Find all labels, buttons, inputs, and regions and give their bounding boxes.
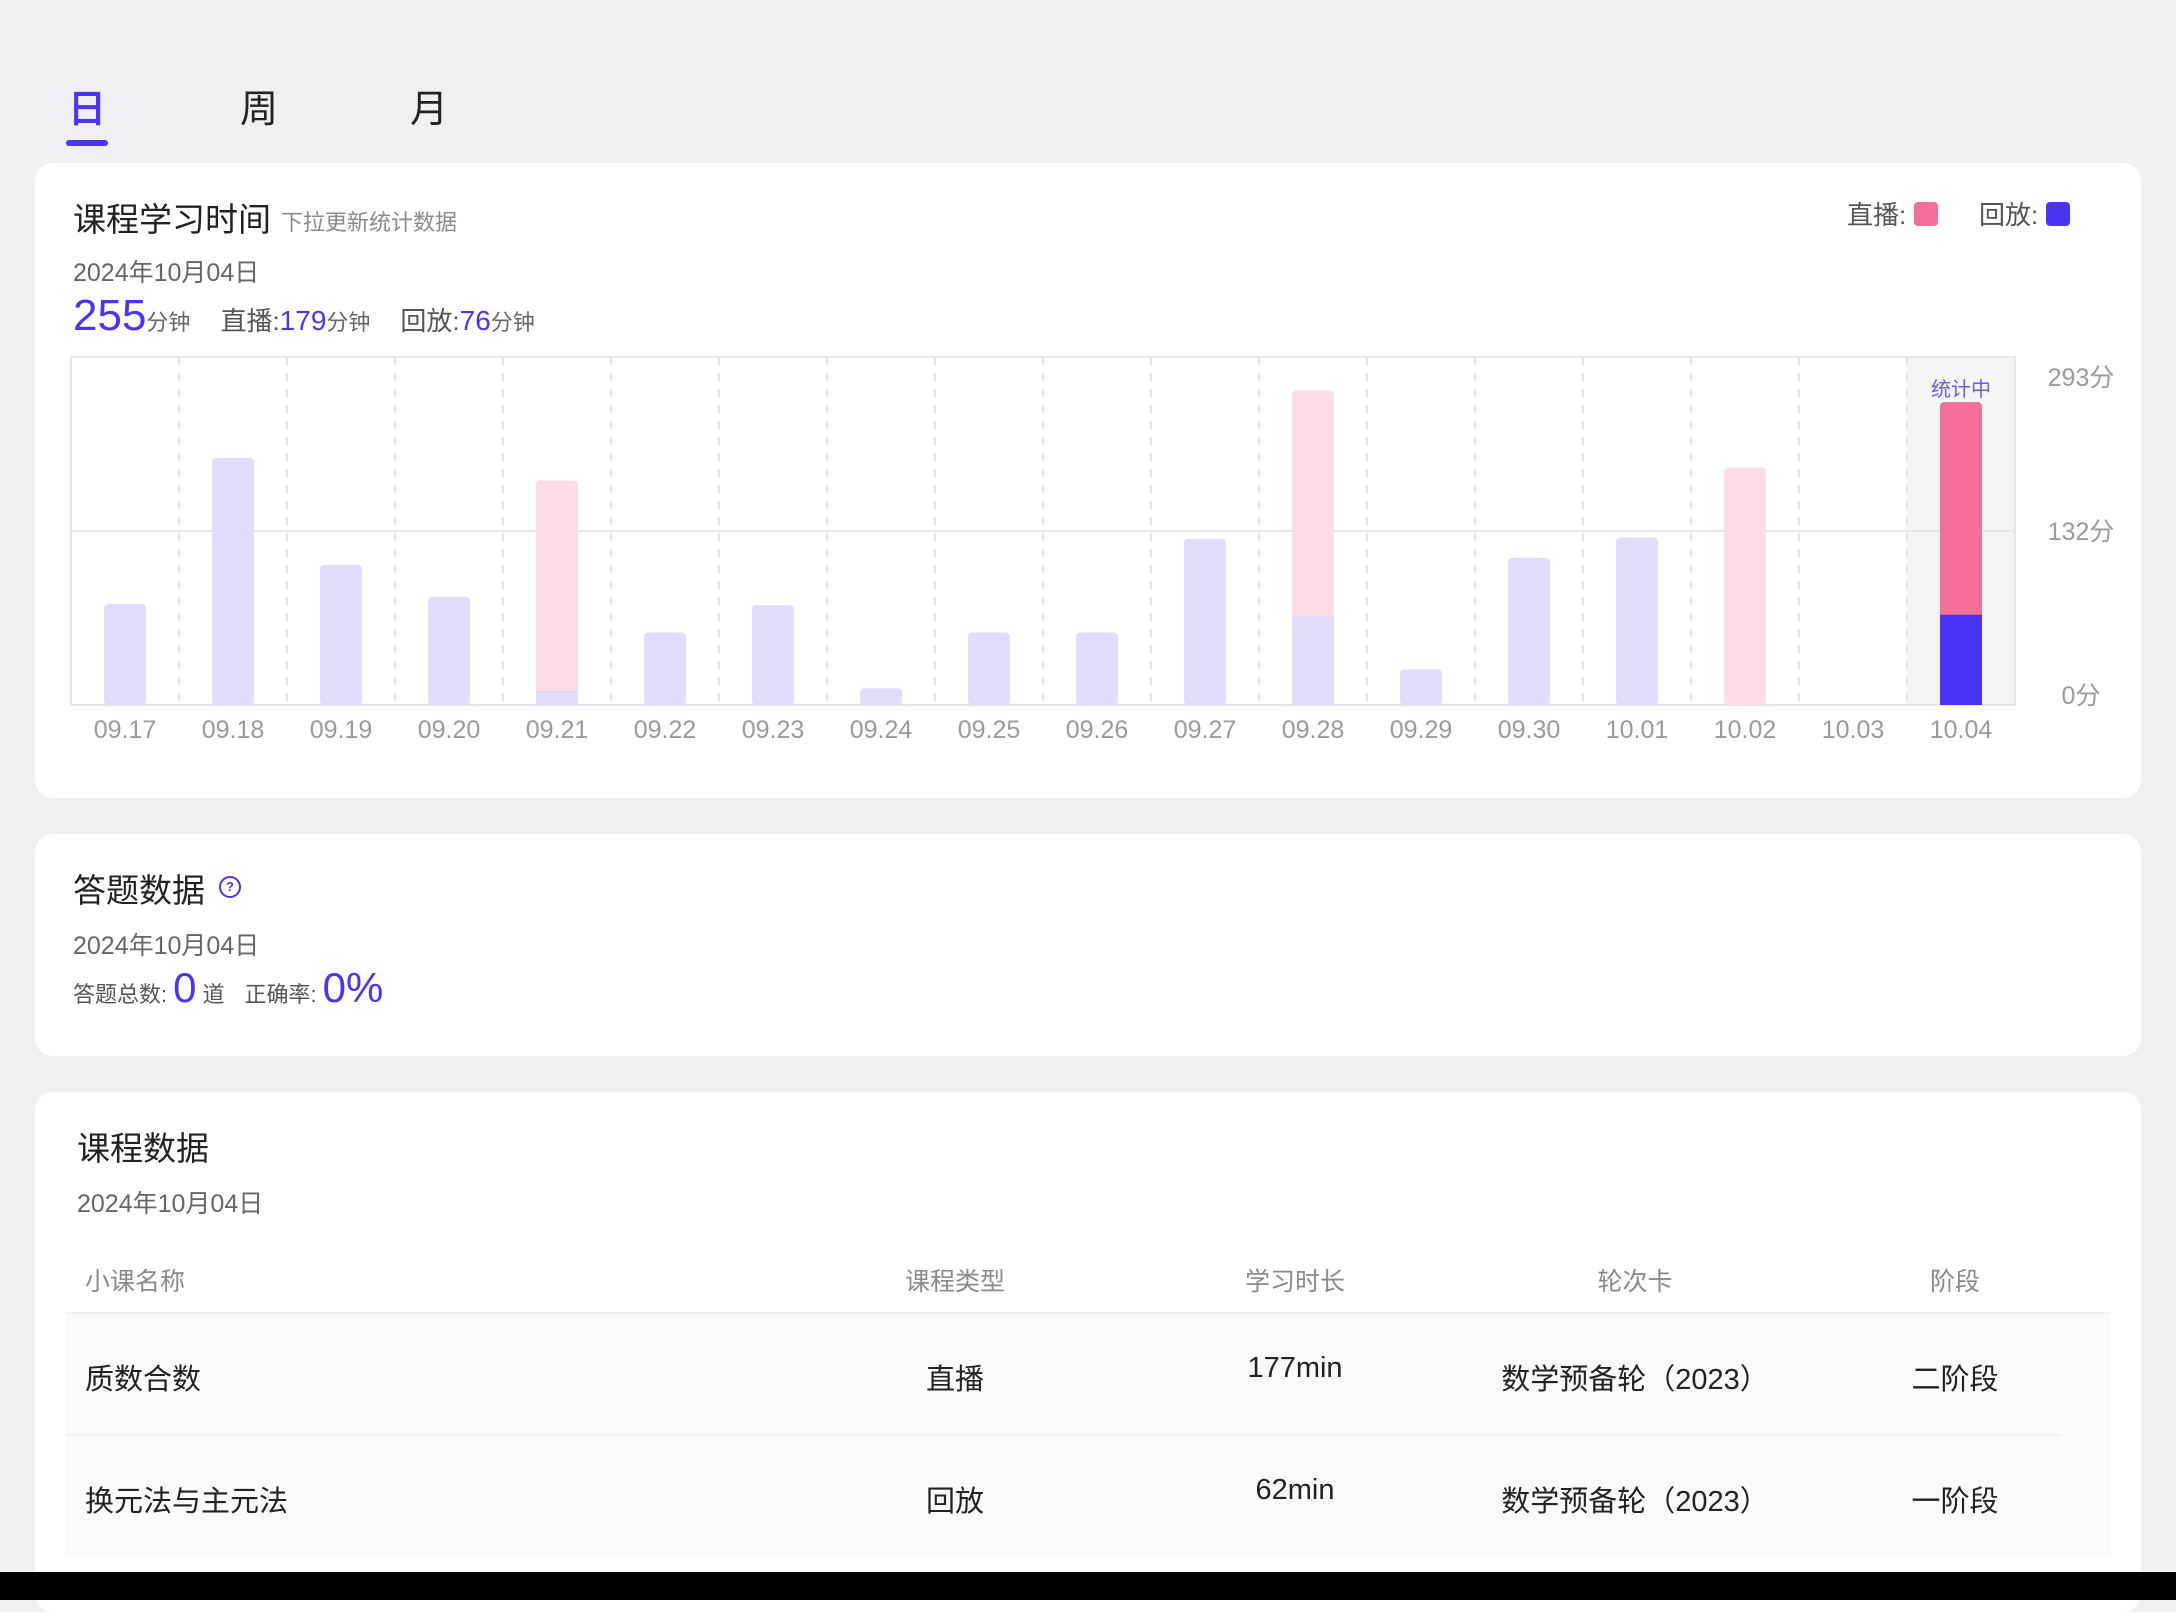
study-time-card: 课程学习时间 下拉更新统计数据 直播: 回放: 2024年10月04日 255 … — [35, 163, 2141, 798]
answer-total-value: 0 — [173, 964, 197, 1011]
bar-replay-09.29[interactable] — [1400, 669, 1442, 705]
bar-replay-09.25[interactable] — [968, 632, 1010, 705]
bottom-system-bar — [0, 1572, 2176, 1600]
tab-day[interactable]: 日 — [68, 78, 106, 133]
bar-replay-09.26[interactable] — [1076, 632, 1118, 705]
answer-summary: 答题总数: 0 道 正确率: 0% — [73, 964, 389, 1012]
x-tick-label: 09.21 — [526, 716, 589, 744]
answer-total-unit: 道 — [202, 982, 225, 1007]
x-tick-label: 10.04 — [1930, 716, 1993, 744]
x-tick-label: 10.02 — [1714, 716, 1777, 744]
bar-replay-09.17[interactable] — [104, 604, 146, 705]
bar-replay-09.21[interactable] — [536, 690, 578, 705]
column-header-stage: 阶段 — [1929, 1268, 1980, 1296]
course-table-header: 小课名称 课程类型 学习时长 轮次卡 阶段 — [65, 1242, 2111, 1314]
study-duration: 62min — [1255, 1474, 1335, 1506]
bar-replay-09.19[interactable] — [320, 564, 362, 705]
period-tabs: 日 周 月 — [0, 60, 600, 160]
y-tick-label: 132分 — [2048, 518, 2115, 546]
column-header-round-card: 轮次卡 — [1597, 1268, 1673, 1296]
bar-live-09.28[interactable] — [1292, 390, 1334, 620]
x-tick-label: 09.29 — [1390, 716, 1453, 744]
course-type: 回放 — [925, 1486, 984, 1518]
round-card: 数学预备轮（2023） — [1501, 1486, 1769, 1518]
stage: 一阶段 — [1911, 1486, 1999, 1518]
course-data-card: 课程数据 2024年10月04日 小课名称 课程类型 学习时长 轮次卡 阶段 质… — [35, 1092, 2141, 1612]
bar-replay-09.30[interactable] — [1508, 557, 1550, 705]
x-tick-label: 09.22 — [634, 716, 697, 744]
x-tick-label: 09.24 — [850, 716, 913, 744]
table-row[interactable]: 质数合数 直播 177min 数学预备轮（2023） 二阶段 — [65, 1314, 2111, 1436]
lesson-name: 换元法与主元法 — [85, 1486, 289, 1518]
tab-week[interactable]: 周 — [240, 78, 278, 133]
course-date: 2024年10月04日 — [77, 1190, 264, 1218]
active-tab-indicator — [66, 140, 108, 146]
x-tick-label: 09.23 — [742, 716, 805, 744]
x-tick-label: 09.27 — [1174, 716, 1237, 744]
stage: 二阶段 — [1911, 1364, 1999, 1396]
column-header-lesson-name: 小课名称 — [85, 1268, 186, 1296]
answer-date: 2024年10月04日 — [73, 932, 260, 960]
bar-replay-10.01[interactable] — [1616, 537, 1658, 705]
course-type: 直播 — [925, 1364, 984, 1396]
x-tick-label: 09.25 — [958, 716, 1021, 744]
bar-replay-09.23[interactable] — [752, 605, 794, 705]
study-time-chart: 09.17 09.18 09.19 09.20 09.21 09.22 09.23 09.24… — [70, 356, 2115, 744]
table-row[interactable]: 换元法与主元法 回放 62min 数学预备轮（2023） 一阶段 — [65, 1436, 2111, 1558]
x-tick-label: 09.28 — [1282, 716, 1345, 744]
study-duration: 177min — [1247, 1352, 1343, 1384]
x-tick-label: 09.17 — [94, 716, 157, 744]
answer-data-title: 答题数据 — [73, 872, 205, 909]
round-card: 数学预备轮（2023） — [1501, 1364, 1769, 1396]
accuracy-label: 正确率: — [244, 982, 317, 1007]
help-circle-icon[interactable]: ? — [219, 876, 241, 898]
column-header-study-duration: 学习时长 — [1244, 1268, 1345, 1296]
y-tick-label: 0分 — [2062, 682, 2101, 710]
answer-total-label: 答题总数: — [73, 982, 168, 1007]
bar-replay-10.04[interactable] — [1940, 614, 1982, 705]
bar-live-10.02[interactable] — [1724, 467, 1766, 705]
answer-data-card: 答题数据 ? 2024年10月04日 答题总数: 0 道 正确率: 0% — [35, 834, 2141, 1056]
bar-replay-09.24[interactable] — [860, 688, 902, 705]
course-data-title: 课程数据 — [77, 1130, 209, 1167]
tab-month[interactable]: 月 — [410, 78, 448, 133]
bar-replay-09.28[interactable] — [1292, 615, 1334, 705]
bar-replay-09.22[interactable] — [644, 632, 686, 705]
x-tick-label: 09.30 — [1498, 716, 1561, 744]
accuracy-value: 0% — [322, 964, 384, 1011]
bar-replay-09.20[interactable] — [428, 596, 470, 705]
lesson-name: 质数合数 — [85, 1364, 202, 1396]
x-tick-label: 10.01 — [1606, 716, 1669, 744]
x-tick-label: 09.19 — [310, 716, 373, 744]
bar-replay-09.18[interactable] — [212, 457, 254, 705]
x-tick-label: 10.03 — [1822, 716, 1885, 744]
bar-live-09.21[interactable] — [536, 480, 578, 695]
in-progress-label: 统计中 — [1931, 378, 1991, 401]
column-header-course-type: 课程类型 — [904, 1268, 1005, 1296]
bar-live-10.04[interactable] — [1940, 402, 1982, 619]
x-tick-label: 09.18 — [202, 716, 265, 744]
bar-replay-09.27[interactable] — [1184, 538, 1226, 705]
x-tick-label: 09.26 — [1066, 716, 1129, 744]
x-tick-label: 09.20 — [418, 716, 481, 744]
y-tick-label: 293分 — [2048, 364, 2115, 392]
